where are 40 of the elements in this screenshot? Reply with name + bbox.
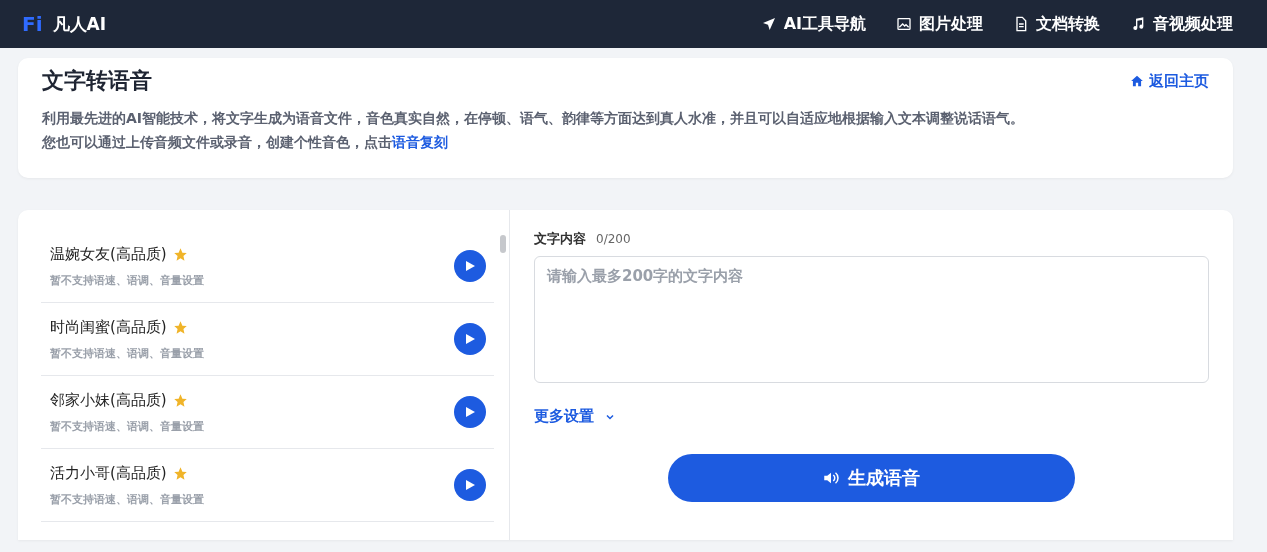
voice-name: 温婉女友(高品质): [50, 244, 167, 264]
voice-item[interactable]: 活力小哥(高品质) 暂不支持语速、语调、音量设置: [41, 449, 494, 522]
text-input-field[interactable]: 请输入最多200字的文字内容: [534, 256, 1209, 383]
field-label: 文字内容: [534, 230, 586, 248]
voice-note: 暂不支持语速、语调、音量设置: [50, 491, 205, 507]
nav-link[interactable]: AI工具导航: [760, 13, 866, 35]
voice-item[interactable]: 时尚闺蜜(高品质) 暂不支持语速、语调、音量设置: [41, 303, 494, 376]
voice-clone-link[interactable]: 语音复刻: [392, 134, 448, 150]
generate-speech-button[interactable]: 生成语音: [667, 454, 1075, 502]
voice-name: 时尚闺蜜(高品质): [50, 317, 167, 337]
home-icon: [1130, 74, 1144, 88]
nav-link[interactable]: 图片处理: [896, 13, 983, 35]
voice-name: 活力小哥(高品质): [50, 463, 167, 483]
back-home-link[interactable]: 返回主页: [1130, 71, 1209, 91]
voice-name: 邻家小妹(高品质): [50, 390, 167, 410]
char-counter: 0/200: [596, 232, 631, 246]
description-text: 利用最先进的AI智能技术，将文字生成为语音文件，音色真实自然，在停顿、语气、韵律等方面达到真人水准，并且可以自适应地根据输入文本调整说话语气。: [42, 109, 1026, 128]
document-icon: [1013, 16, 1029, 32]
voice-note: 暂不支持语速、语调、音量设置: [50, 418, 205, 434]
page-title: 文字转语音: [42, 67, 152, 95]
nav-link[interactable]: 文档转换: [1013, 13, 1100, 35]
voice-item[interactable]: 温婉女友(高品质) 暂不支持语速、语调、音量设置: [41, 230, 494, 303]
nav-link[interactable]: 音视频处理: [1130, 13, 1233, 35]
play-icon: [464, 406, 476, 418]
play-icon: [464, 333, 476, 345]
description-text: 您也可以通过上传音频文件或录音，创建个性音色，点击语音复刻: [42, 133, 449, 152]
play-button[interactable]: [454, 250, 486, 282]
play-button[interactable]: [454, 396, 486, 428]
scrollbar-thumb[interactable]: [499, 235, 506, 253]
voice-note: 暂不支持语速、语调、音量设置: [50, 345, 205, 361]
image-icon: [896, 16, 912, 32]
voice-note: 暂不支持语速、语调、音量设置: [50, 272, 205, 288]
play-button[interactable]: [454, 469, 486, 501]
brand-name[interactable]: 凡人AI: [52, 12, 106, 36]
play-icon: [464, 260, 476, 272]
play-button[interactable]: [454, 323, 486, 355]
music-note-icon: [1130, 16, 1146, 32]
voice-item[interactable]: 邻家小妹(高品质) 暂不支持语速、语调、音量设置: [41, 376, 494, 449]
more-settings-toggle[interactable]: 更多设置: [534, 407, 616, 426]
play-icon: [464, 479, 476, 491]
